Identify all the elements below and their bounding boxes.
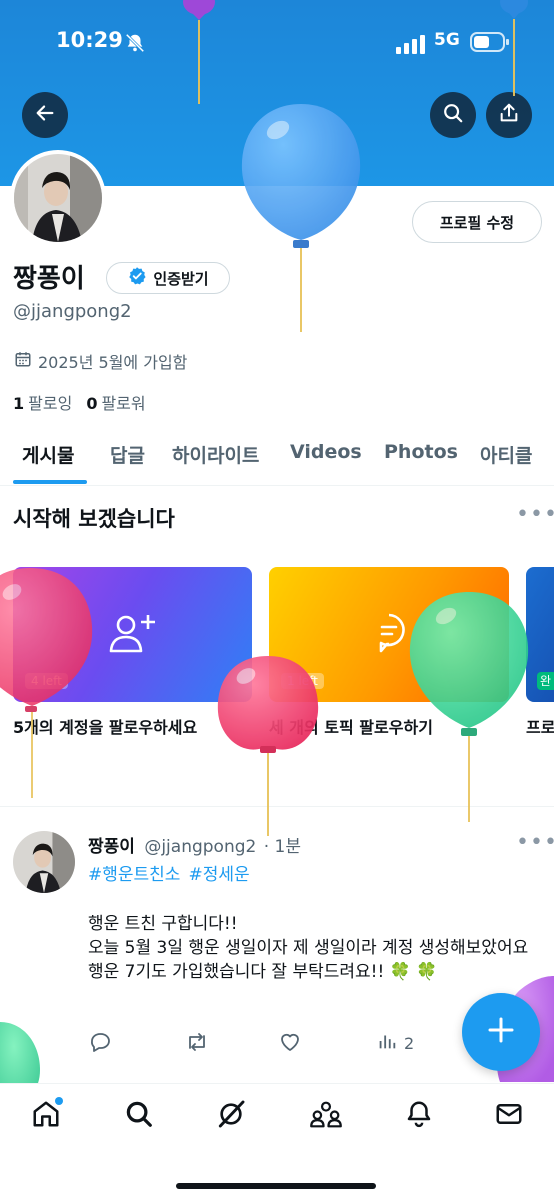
followers-link[interactable]: 0 팔로워 — [86, 390, 145, 414]
followers-label: 팔로워 — [101, 394, 146, 413]
home-notification-dot — [55, 1097, 63, 1105]
search-icon — [124, 1099, 154, 1133]
active-tab-indicator — [13, 480, 87, 484]
communities-icon — [310, 1099, 342, 1133]
more-options-icon[interactable]: ••• — [516, 502, 554, 527]
following-link[interactable]: 1 팔로잉 — [13, 390, 72, 414]
status-time: 10:29 — [56, 28, 123, 52]
hashtag-link[interactable]: #행운트친소 — [88, 860, 180, 885]
tweet-line: 행운 트친 구합니다!! — [88, 914, 238, 934]
profile-card-label: 프로 — [526, 718, 554, 737]
profile-avatar[interactable] — [10, 150, 106, 246]
repost-button[interactable] — [184, 1030, 210, 1058]
home-indicator — [176, 1183, 376, 1189]
tab-articles[interactable]: 아티클 — [480, 441, 532, 468]
tab-replies[interactable]: 답글 — [110, 441, 145, 468]
follow-topics-label: 세 개의 토픽 팔로우하기 — [269, 718, 433, 737]
analytics-icon — [376, 1030, 398, 1056]
tweet-header: 짱퐁이 @jjangpong2 · 1분 — [88, 832, 301, 857]
profile-name: 짱퐁이 — [13, 264, 85, 294]
tab-photos[interactable]: Photos — [384, 441, 458, 463]
tweet-actions: 2 — [88, 1030, 428, 1058]
follow-topics-card[interactable]: 1 left — [269, 567, 509, 702]
arrow-left-icon — [34, 102, 56, 128]
card-progress-badge: 4 left — [25, 673, 68, 689]
get-verified-label: 인증받기 — [153, 269, 209, 288]
topic-bubble-icon — [369, 611, 409, 659]
share-icon — [498, 102, 520, 128]
hashtag-link[interactable]: #정세운 — [188, 860, 249, 885]
tweet-more-icon[interactable]: ••• — [516, 830, 554, 855]
verified-badge-icon — [127, 266, 147, 290]
tab-posts[interactable]: 게시물 — [22, 441, 74, 468]
reply-button[interactable] — [88, 1030, 112, 1058]
follow-accounts-label: 5개의 계정을 팔로우하세요 — [13, 718, 198, 737]
profile-tabs: 게시물 답글 하이라이트 Videos Photos 아티클 — [0, 430, 554, 486]
add-user-icon — [108, 611, 158, 659]
status-bar: 10:29 5G — [0, 24, 554, 64]
network-type: 5G — [434, 30, 460, 50]
tweet-author-handle: @jjangpong2 — [144, 837, 257, 857]
reply-icon — [88, 1030, 112, 1058]
card-complete-badge: 완 — [537, 672, 554, 690]
views-button[interactable]: 2 — [376, 1030, 414, 1056]
tweet-line: 행운 7기도 가입했습니다 잘 부탁드려요!! 🍀 🍀 — [88, 962, 438, 982]
search-icon — [442, 102, 464, 128]
nav-messages[interactable] — [491, 1098, 527, 1134]
tweet-time: · 1분 — [263, 837, 302, 857]
tab-videos[interactable]: Videos — [290, 441, 362, 463]
get-verified-button[interactable]: 인증받기 — [106, 262, 230, 294]
compose-button[interactable] — [462, 993, 540, 1071]
join-date-text: 2025년 5월에 가입함 — [38, 353, 188, 372]
profile-handle: @jjangpong2 — [13, 301, 132, 322]
share-button[interactable] — [486, 92, 532, 138]
repost-icon — [184, 1030, 210, 1058]
join-date: 2025년 5월에 가입함 — [14, 349, 187, 373]
grok-icon — [215, 1098, 247, 1134]
plus-icon — [486, 1015, 516, 1049]
calendar-icon — [14, 350, 32, 372]
followers-count: 0 — [86, 394, 98, 413]
card-progress-badge: 1 left — [281, 673, 324, 689]
like-button[interactable] — [278, 1030, 302, 1058]
back-button[interactable] — [22, 92, 68, 138]
bell-slash-icon — [124, 32, 146, 58]
tweet-text: 행운 트친 구합니다!! 오늘 5월 3일 행운 생일이자 제 생일이라 계정 … — [88, 912, 544, 984]
tweet-line: 오늘 5월 3일 행운 생일이자 제 생일이라 계정 생성해보았어요 — [88, 938, 529, 958]
heart-icon — [278, 1030, 302, 1058]
nav-notifications[interactable] — [401, 1098, 437, 1134]
section-divider — [0, 806, 554, 807]
battery-icon — [470, 31, 510, 57]
nav-grok[interactable] — [213, 1098, 249, 1134]
nav-explore[interactable] — [121, 1098, 157, 1134]
follow-stats: 1 팔로잉 0 팔로워 — [13, 390, 146, 414]
following-label: 팔로잉 — [28, 394, 73, 413]
nav-communities[interactable] — [308, 1098, 344, 1134]
search-button[interactable] — [430, 92, 476, 138]
follow-accounts-card[interactable]: 4 left — [13, 567, 252, 702]
tweet-author-name[interactable]: 짱퐁이 — [88, 837, 135, 857]
tweet-avatar[interactable] — [13, 831, 75, 893]
bell-icon — [404, 1099, 434, 1133]
signal-icon — [396, 34, 426, 58]
edit-profile-button[interactable]: 프로필 수정 — [412, 201, 542, 243]
tab-highlights[interactable]: 하이라이트 — [172, 441, 259, 468]
mail-icon — [494, 1099, 524, 1133]
views-count: 2 — [404, 1033, 415, 1053]
onboarding-title: 시작해 보겠습니다 — [13, 507, 175, 531]
following-count: 1 — [13, 394, 25, 413]
tweet-hashtags: #행운트친소 #정세운 — [88, 860, 250, 885]
